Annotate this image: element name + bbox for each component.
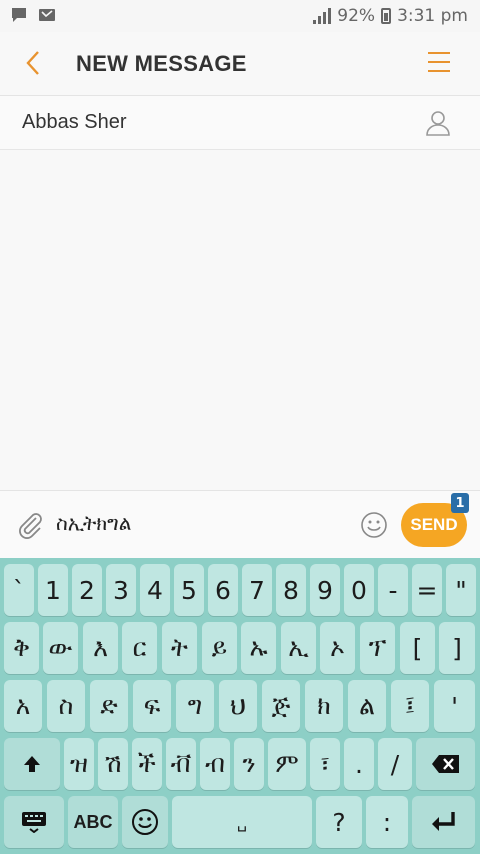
key[interactable]: ም [268, 738, 306, 790]
key[interactable]: 4 [140, 564, 170, 616]
missed-call-icon [39, 9, 55, 21]
recipient-field[interactable]: Abbas Sher [0, 96, 480, 150]
key[interactable]: ይ [202, 622, 237, 674]
key[interactable]: ኡ [241, 622, 276, 674]
backspace-icon [431, 755, 459, 773]
key[interactable]: = [412, 564, 442, 616]
key[interactable]: 3 [106, 564, 136, 616]
key[interactable]: ር [122, 622, 157, 674]
key[interactable]: አ [4, 680, 42, 732]
key[interactable]: ኦ [320, 622, 355, 674]
battery-percent: 92% [337, 6, 376, 26]
key[interactable]: 8 [276, 564, 306, 616]
key[interactable]: ፣ [310, 738, 340, 790]
enter-key[interactable] [412, 796, 475, 848]
key[interactable]: 7 [242, 564, 272, 616]
chat-notification-icon [12, 8, 26, 22]
key[interactable]: ] [439, 622, 475, 674]
key[interactable]: ት [162, 622, 197, 674]
key[interactable]: ክ [305, 680, 343, 732]
shift-arrow-icon [24, 756, 40, 772]
key[interactable]: ቭ [166, 738, 196, 790]
key[interactable]: ግ [176, 680, 214, 732]
key[interactable]: 2 [72, 564, 102, 616]
key[interactable]: ጅ [262, 680, 300, 732]
key[interactable]: 5 [174, 564, 204, 616]
key[interactable]: 0 [344, 564, 374, 616]
emoji-key[interactable] [122, 796, 168, 848]
status-time: 3:31 pm [397, 6, 468, 26]
key[interactable]: ስ [47, 680, 85, 732]
key[interactable]: ? [316, 796, 362, 848]
signal-icon [313, 8, 332, 24]
key[interactable]: ፤ [391, 680, 429, 732]
space-key[interactable]: ␣ [172, 796, 312, 848]
backspace-key[interactable] [416, 738, 475, 790]
shift-key[interactable] [4, 738, 60, 790]
key[interactable]: ` [4, 564, 34, 616]
key[interactable]: ው [43, 622, 78, 674]
app-header: NEW MESSAGE [0, 32, 480, 96]
battery-icon [381, 8, 392, 24]
emoji-icon [132, 809, 158, 835]
key[interactable]: ል [348, 680, 386, 732]
abc-key[interactable]: ABC [68, 796, 118, 848]
key[interactable]: እ [83, 622, 118, 674]
keyboard-settings-key[interactable] [4, 796, 64, 848]
key[interactable]: [ [400, 622, 435, 674]
key[interactable]: 9 [310, 564, 340, 616]
key[interactable]: ቅ [4, 622, 39, 674]
key[interactable]: ድ [90, 680, 128, 732]
enter-icon [431, 812, 455, 831]
message-thread [0, 150, 480, 490]
key[interactable]: ን [234, 738, 264, 790]
key[interactable]: ህ [219, 680, 257, 732]
status-bar: 92% 3:31 pm [0, 0, 480, 32]
key[interactable]: ፍ [133, 680, 171, 732]
contact-person-icon[interactable] [426, 110, 450, 136]
key[interactable]: ሽ [98, 738, 128, 790]
paperclip-icon[interactable] [16, 511, 44, 539]
hamburger-menu-icon[interactable] [428, 52, 450, 72]
key[interactable]: ' [434, 680, 475, 732]
chevron-left-icon[interactable] [24, 48, 42, 84]
message-input[interactable]: ስኢትክግል [56, 511, 131, 535]
smiley-icon[interactable] [360, 511, 388, 539]
key[interactable]: - [378, 564, 408, 616]
key[interactable]: / [378, 738, 412, 790]
key[interactable]: 1 [38, 564, 68, 616]
key[interactable]: " [446, 564, 476, 616]
keyboard-settings-icon [22, 812, 46, 833]
key[interactable]: 6 [208, 564, 238, 616]
key[interactable]: : [366, 796, 408, 848]
key[interactable]: ኢ [281, 622, 316, 674]
keyboard: ` 1 2 3 4 5 6 7 8 9 0 - = " ቅ ው እ ር ት ይ … [0, 558, 480, 854]
key[interactable]: ች [132, 738, 162, 790]
recipient-name[interactable]: Abbas Sher [22, 111, 127, 134]
key[interactable]: . [344, 738, 374, 790]
key[interactable]: ብ [200, 738, 230, 790]
key[interactable]: ፕ [360, 622, 395, 674]
send-badge: 1 [451, 493, 469, 513]
key[interactable]: ዝ [64, 738, 94, 790]
page-title: NEW MESSAGE [76, 51, 247, 76]
